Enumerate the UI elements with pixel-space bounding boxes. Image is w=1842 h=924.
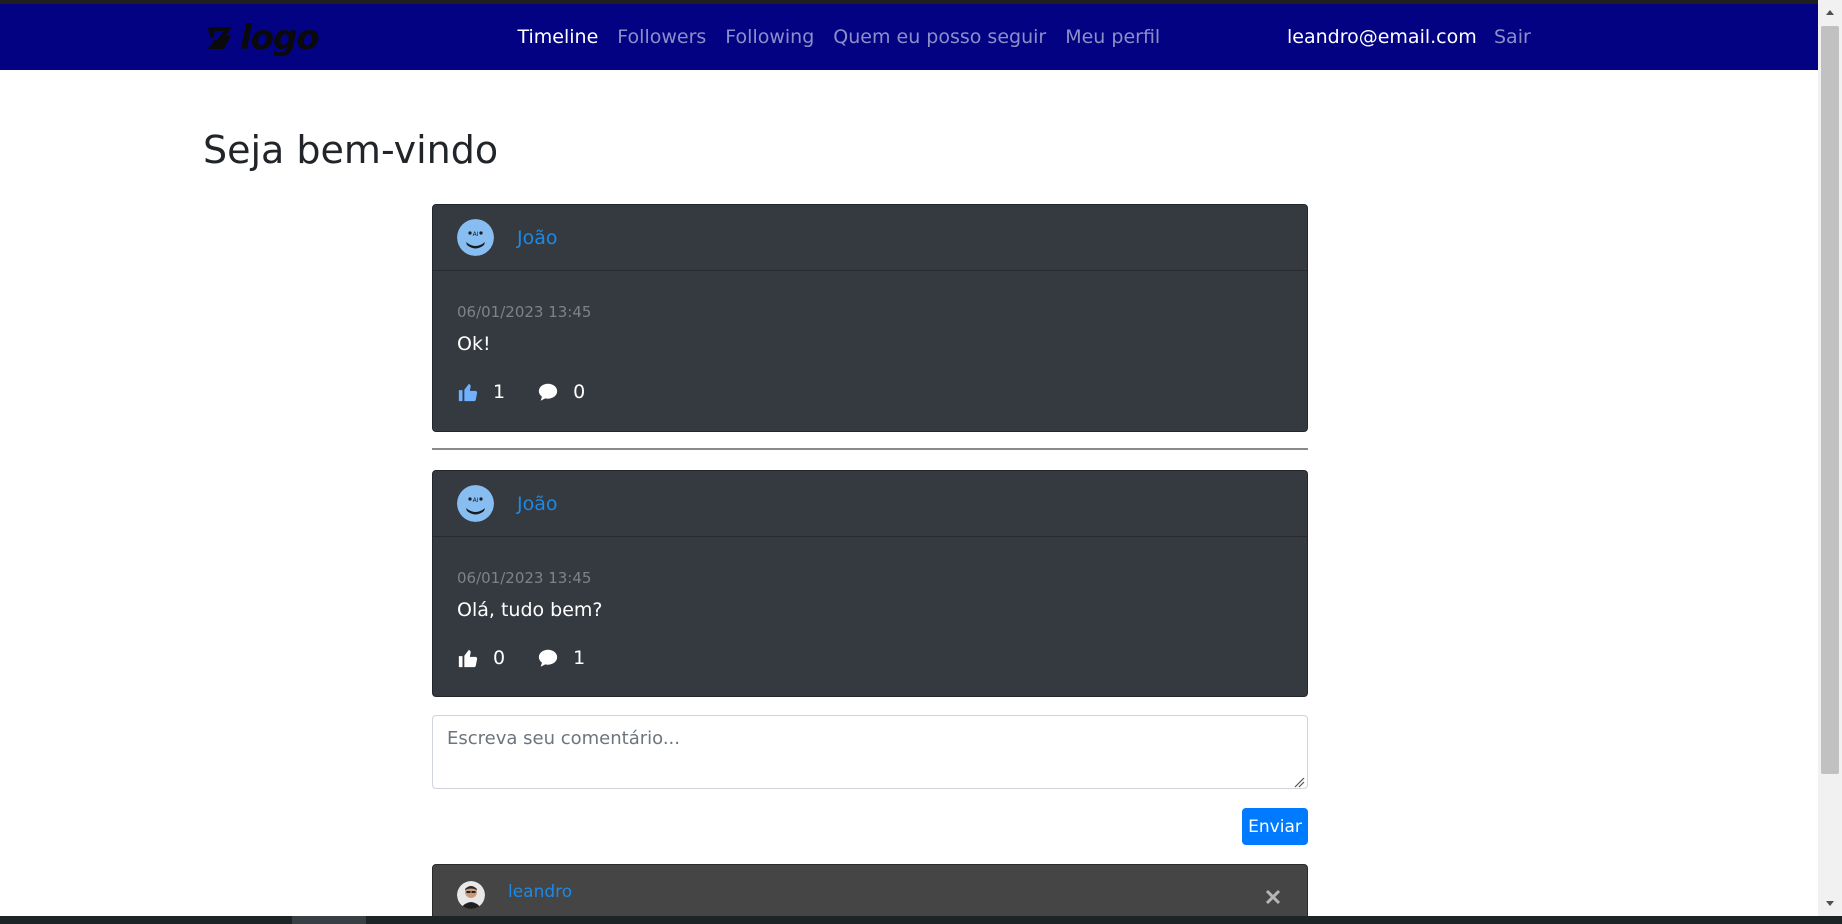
logo-text: logo [240, 18, 320, 58]
comment-button[interactable]: 0 [537, 381, 585, 403]
post-body: 06/01/2023 13:45 Ok! 1 0 [433, 271, 1307, 403]
scroll-down-arrow-icon[interactable] [1818, 892, 1842, 916]
comment-card: leandro [432, 864, 1308, 924]
post-body: 06/01/2023 13:45 Olá, tudo bem? 0 1 [433, 537, 1307, 669]
nav-link-timeline[interactable]: Timeline [508, 26, 608, 48]
logo-mark-icon [208, 27, 232, 49]
post-actions: 0 1 [457, 647, 1283, 669]
svg-text:AI: AI [473, 231, 479, 238]
comment-count: 1 [573, 647, 586, 669]
svg-text:AI: AI [473, 497, 479, 504]
like-count: 1 [493, 381, 506, 403]
post-actions: 1 0 [457, 381, 1283, 403]
post-text: Ok! [457, 333, 491, 355]
nav-links: Timeline Followers Following Quem eu pos… [508, 4, 1170, 70]
post-text: Olá, tudo bem? [457, 599, 603, 621]
post-divider [432, 448, 1308, 450]
resize-grip-icon[interactable] [1293, 776, 1305, 788]
nav-link-followers[interactable]: Followers [608, 26, 716, 48]
post-header: AI João [433, 205, 1307, 271]
logout-link[interactable]: Sair [1494, 4, 1531, 70]
post-timestamp: 06/01/2023 13:45 [457, 303, 592, 321]
nav-link-my-profile[interactable]: Meu perfil [1056, 26, 1170, 48]
author-name-link[interactable]: João [517, 227, 558, 249]
page-title: Seja bem-vindo [203, 128, 499, 172]
scroll-up-arrow-icon[interactable] [1818, 0, 1842, 24]
top-navbar: logo Timeline Followers Following Quem e… [0, 4, 1818, 70]
author-avatar[interactable]: AI [457, 219, 494, 256]
post-timestamp: 06/01/2023 13:45 [457, 569, 592, 587]
post-header: AI João [433, 471, 1307, 537]
author-name-link[interactable]: João [517, 493, 558, 515]
like-count: 0 [493, 647, 506, 669]
send-comment-button[interactable]: Enviar [1242, 808, 1308, 845]
user-email: leandro@email.com [1287, 26, 1477, 48]
nav-link-who-to-follow[interactable]: Quem eu posso seguir [824, 26, 1056, 48]
post-card: AI João 06/01/2023 13:45 Ok! 1 0 [432, 204, 1308, 432]
comment-input[interactable] [432, 715, 1308, 789]
comment-count: 0 [573, 381, 586, 403]
speech-bubble-icon [538, 649, 558, 667]
taskbar-item[interactable] [292, 916, 366, 924]
brand-logo[interactable]: logo [204, 18, 320, 58]
author-avatar[interactable]: AI [457, 485, 494, 522]
thumbs-up-icon [458, 383, 478, 402]
os-taskbar [0, 916, 1842, 924]
scrollbar-thumb[interactable] [1821, 26, 1839, 774]
comment-button[interactable]: 1 [537, 647, 585, 669]
post-card: AI João 06/01/2023 13:45 Olá, tudo bem? … [432, 470, 1308, 697]
thumbs-up-icon [458, 649, 478, 668]
speech-bubble-icon [538, 383, 558, 401]
commenter-name-link[interactable]: leandro [508, 882, 572, 902]
like-button[interactable]: 0 [457, 647, 505, 669]
nav-link-following[interactable]: Following [716, 26, 824, 48]
commenter-avatar[interactable] [457, 881, 485, 909]
like-button[interactable]: 1 [457, 381, 505, 403]
close-icon[interactable] [1265, 889, 1281, 905]
